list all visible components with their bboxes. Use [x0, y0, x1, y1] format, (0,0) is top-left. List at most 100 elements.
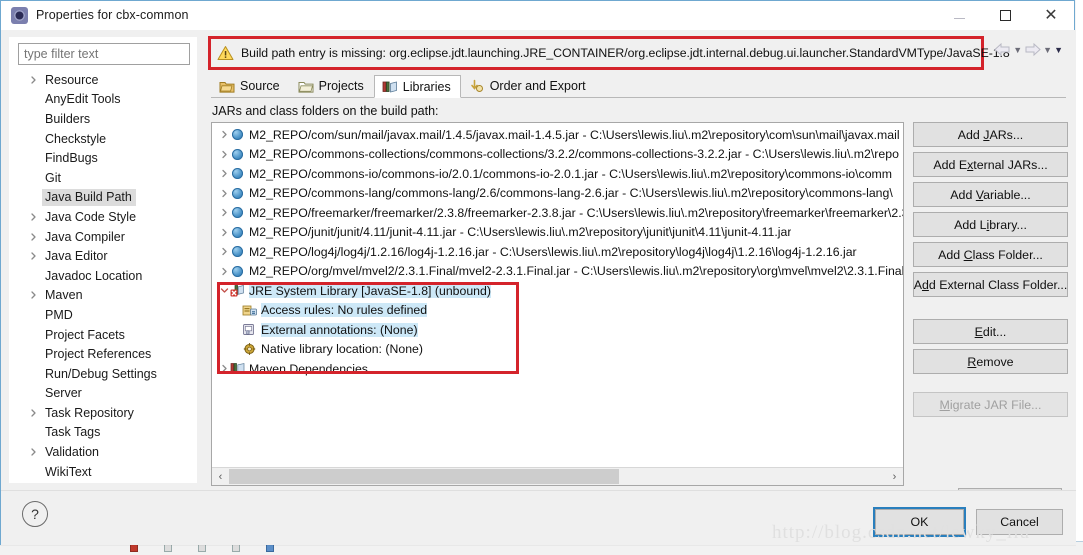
- chevron-right-icon[interactable]: [218, 150, 230, 159]
- scroll-left-arrow[interactable]: ‹: [212, 468, 229, 485]
- build-path-row[interactable]: Maven Dependencies: [212, 359, 903, 379]
- chevron-right-icon[interactable]: [218, 208, 230, 217]
- build-path-row[interactable]: JRE System Library [JavaSE-1.8] (unbound…: [212, 281, 903, 301]
- back-menu-chevron-down-icon[interactable]: ▼: [1013, 45, 1022, 55]
- sidebar-item-checkstyle[interactable]: Checkstyle: [9, 129, 197, 149]
- chevron-right-icon[interactable]: [29, 291, 38, 300]
- chevron-right-icon[interactable]: [218, 364, 230, 373]
- scrollbar-thumb[interactable]: [229, 469, 619, 484]
- minimize-icon: [953, 17, 965, 19]
- chevron-right-icon[interactable]: [29, 408, 38, 417]
- sidebar-item-maven[interactable]: Maven: [9, 286, 197, 306]
- sidebar-item-java-compiler[interactable]: Java Compiler: [9, 227, 197, 247]
- tab-source[interactable]: Source: [211, 74, 290, 97]
- filter-input[interactable]: [18, 43, 190, 65]
- sidebar-item-builders[interactable]: Builders: [9, 109, 197, 129]
- sidebar-item-javadoc-location[interactable]: Javadoc Location: [9, 266, 197, 286]
- sidebar-item-run-debug-settings[interactable]: Run/Debug Settings: [9, 364, 197, 384]
- button-label: Add Library...: [954, 217, 1027, 232]
- chevron-right-icon[interactable]: [29, 232, 38, 241]
- sidebar-item-label: Project References: [45, 347, 152, 362]
- sidebar-item-java-build-path[interactable]: Java Build Path: [9, 188, 197, 208]
- sidebar-item-anyedit-tools[interactable]: AnyEdit Tools: [9, 90, 197, 110]
- sidebar-item-pmd[interactable]: PMD: [9, 305, 197, 325]
- sidebar-item-project-facets[interactable]: Project Facets: [9, 325, 197, 345]
- close-button[interactable]: ✕: [1028, 1, 1074, 30]
- close-icon: ✕: [1044, 6, 1058, 24]
- add-library-button[interactable]: Add Library...: [913, 212, 1068, 237]
- bottom-tab-javadoc[interactable]: [164, 544, 172, 552]
- scrollbar-track[interactable]: [229, 468, 886, 485]
- warning-icon: [217, 45, 234, 61]
- forward-menu-chevron-down-icon[interactable]: ▼: [1043, 45, 1052, 55]
- tab-label: Libraries: [402, 79, 451, 94]
- sidebar-item-java-code-style[interactable]: Java Code Style: [9, 207, 197, 227]
- sidebar-item-wikitext[interactable]: WikiText: [9, 462, 197, 482]
- minimize-button[interactable]: [936, 1, 982, 30]
- chevron-right-icon[interactable]: [29, 212, 38, 221]
- sidebar-item-findbugs[interactable]: FindBugs: [9, 148, 197, 168]
- build-path-row[interactable]: Native library location: (None): [212, 340, 903, 360]
- remove-button[interactable]: Remove: [913, 349, 1068, 374]
- sidebar-item-label: Java Build Path: [42, 188, 136, 206]
- tab-projects[interactable]: Projects: [290, 74, 374, 97]
- add-external-jars-button[interactable]: Add External JARs...: [913, 152, 1068, 177]
- overflow-chevron-down-icon[interactable]: ▼: [1054, 45, 1063, 55]
- forward-arrow-icon[interactable]: [1024, 43, 1041, 56]
- bottom-tab-declaration[interactable]: [198, 544, 206, 552]
- chevron-right-icon[interactable]: [29, 252, 38, 261]
- back-arrow-icon[interactable]: [994, 43, 1011, 56]
- settings-tree: Resource AnyEdit Tools Builders Checkstyle F…: [9, 70, 197, 483]
- chevron-right-icon[interactable]: [218, 247, 230, 256]
- build-path-row[interactable]: M2_REPO/commons-collections/commons-coll…: [212, 145, 903, 165]
- chevron-right-icon[interactable]: [218, 169, 230, 178]
- build-path-row[interactable]: M2_REPO/com/sun/mail/javax.mail/1.4.5/ja…: [212, 125, 903, 145]
- chevron-right-icon[interactable]: [218, 228, 230, 237]
- sidebar-item-project-references[interactable]: Project References: [9, 344, 197, 364]
- window-buttons: ✕: [936, 1, 1074, 30]
- chevron-right-icon[interactable]: [29, 448, 38, 457]
- build-path-entry-text: Native library location: (None): [261, 342, 423, 357]
- sidebar-item-git[interactable]: Git: [9, 168, 197, 188]
- maximize-button[interactable]: [982, 1, 1028, 30]
- add-external-class-folder-button[interactable]: Add External Class Folder...: [913, 272, 1068, 297]
- jar-icon: [230, 127, 245, 142]
- add-variable-button[interactable]: Add Variable...: [913, 182, 1068, 207]
- chevron-right-icon[interactable]: [29, 75, 38, 84]
- tab-order-and-export[interactable]: Order and Export: [461, 74, 596, 97]
- build-path-rows: M2_REPO/com/sun/mail/javax.mail/1.4.5/ja…: [212, 125, 903, 465]
- tab-libraries[interactable]: Libraries: [373, 75, 461, 98]
- sidebar-item-task-tags[interactable]: Task Tags: [9, 423, 197, 443]
- bottom-tab-problems[interactable]: [130, 544, 138, 552]
- chevron-down-icon[interactable]: [218, 286, 230, 295]
- help-button[interactable]: ?: [22, 501, 48, 527]
- build-path-row[interactable]: M2_REPO/commons-io/commons-io/2.0.1/comm…: [212, 164, 903, 184]
- properties-dialog: Properties for cbx-common ✕ Resource AnyE…: [0, 0, 1076, 545]
- add-class-folder-button[interactable]: Add Class Folder...: [913, 242, 1068, 267]
- bottom-tab-search[interactable]: [232, 544, 240, 552]
- sidebar-item-label: Validation: [45, 445, 99, 460]
- build-path-row[interactable]: M2_REPO/freemarker/freemarker/2.3.8/free…: [212, 203, 903, 223]
- sidebar-item-server[interactable]: Server: [9, 384, 197, 404]
- build-path-listbox[interactable]: M2_REPO/com/sun/mail/javax.mail/1.4.5/ja…: [211, 122, 904, 486]
- sidebar-item-java-editor[interactable]: Java Editor: [9, 246, 197, 266]
- horizontal-scrollbar[interactable]: ‹ ›: [212, 467, 903, 485]
- build-path-row[interactable]: @ External annotations: (None): [212, 320, 903, 340]
- sidebar-item-validation[interactable]: Validation: [9, 442, 197, 462]
- edit-button[interactable]: Edit...: [913, 319, 1068, 344]
- sidebar-item-resource[interactable]: Resource: [9, 70, 197, 90]
- build-path-row[interactable]: M2_REPO/log4j/log4j/1.2.16/log4j-1.2.16.…: [212, 242, 903, 262]
- bottom-tab-console[interactable]: [266, 544, 274, 552]
- build-path-row[interactable]: Access rules: No rules defined: [212, 301, 903, 321]
- build-path-row[interactable]: M2_REPO/junit/junit/4.11/junit-4.11.jar …: [212, 223, 903, 243]
- button-label: Remove: [967, 354, 1014, 369]
- sidebar-item-task-repository[interactable]: Task Repository: [9, 403, 197, 423]
- chevron-right-icon[interactable]: [218, 267, 230, 276]
- scroll-right-arrow[interactable]: ›: [886, 468, 903, 485]
- chevron-right-icon[interactable]: [218, 130, 230, 139]
- add-jars-button[interactable]: Add JARs...: [913, 122, 1068, 147]
- build-path-row[interactable]: M2_REPO/commons-lang/commons-lang/2.6/co…: [212, 184, 903, 204]
- libraries-icon: [382, 79, 398, 94]
- build-path-row[interactable]: M2_REPO/org/mvel/mvel2/2.3.1.Final/mvel2…: [212, 262, 903, 282]
- chevron-right-icon[interactable]: [218, 189, 230, 198]
